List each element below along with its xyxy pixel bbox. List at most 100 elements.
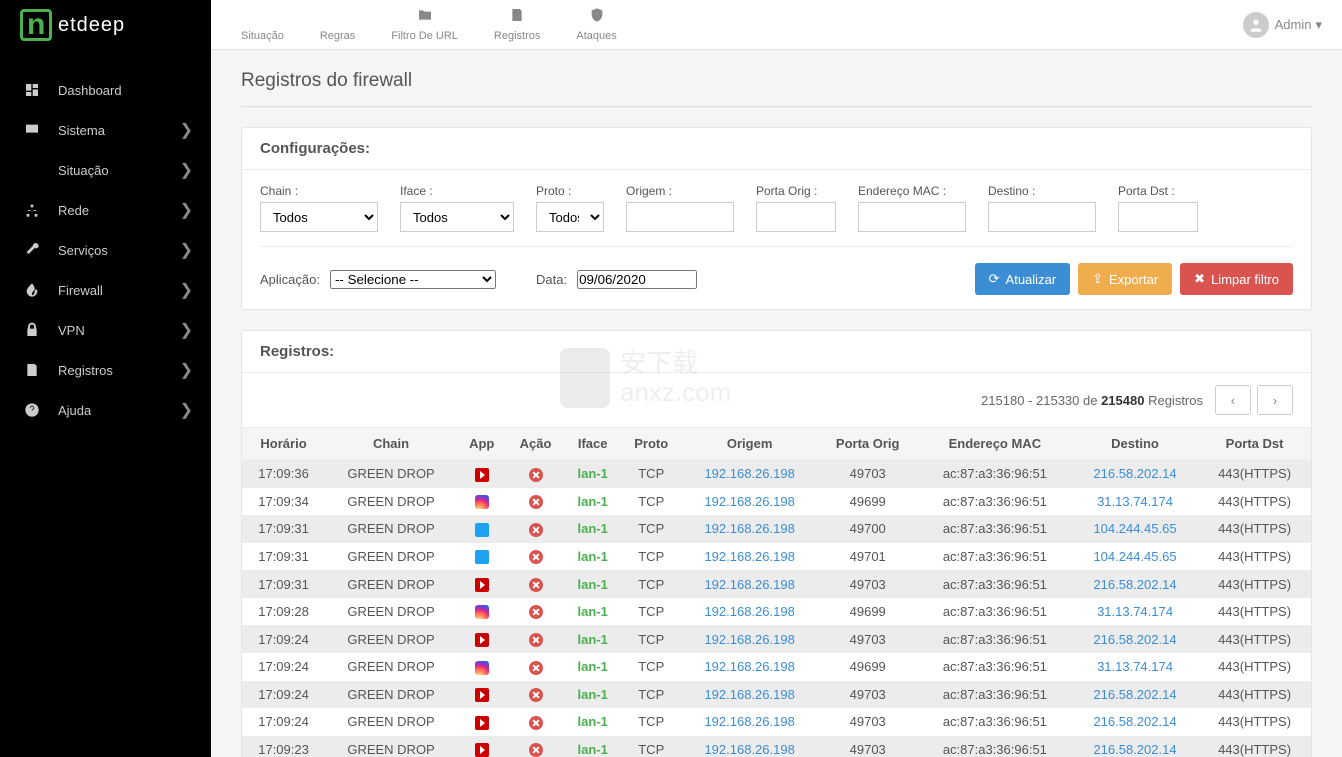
sidebar-item-sistema[interactable]: Sistema ❯	[0, 110, 211, 150]
cell-iface[interactable]: lan-1	[565, 543, 621, 571]
column-header: Porta Orig	[818, 428, 918, 460]
chain-label: Chain :	[260, 184, 378, 198]
note-icon	[509, 7, 525, 28]
drop-icon	[529, 633, 543, 647]
sidebar-item-dashboard[interactable]: Dashboard	[0, 70, 211, 110]
iface-select[interactable]: Todos	[400, 202, 514, 232]
chain-select[interactable]: Todos	[260, 202, 378, 232]
destino-link[interactable]: 216.58.202.14	[1093, 687, 1176, 702]
cell-iface[interactable]: lan-1	[565, 460, 621, 488]
destino-link[interactable]: 31.13.74.174	[1097, 604, 1173, 619]
column-header: Porta Dst	[1198, 428, 1311, 460]
top-item-filtro-de-url[interactable]: Filtro De URL	[373, 7, 476, 42]
table-row: 17:09:24 GREEN DROP lan-1 TCP 192.168.26…	[242, 653, 1311, 681]
top-item-regras[interactable]: Regras	[302, 7, 373, 42]
proto-select[interactable]: Todos	[536, 202, 604, 232]
origem-link[interactable]: 192.168.26.198	[704, 659, 794, 674]
data-label: Data:	[536, 272, 567, 287]
sidebar-item-firewall[interactable]: Firewall ❯	[0, 270, 211, 310]
cell-iface[interactable]: lan-1	[565, 598, 621, 626]
top-item-situação[interactable]: Situação	[223, 7, 302, 42]
origem-link[interactable]: 192.168.26.198	[704, 632, 794, 647]
cell-time: 17:09:24	[242, 625, 325, 653]
origem-link[interactable]: 192.168.26.198	[704, 549, 794, 564]
destino-link[interactable]: 31.13.74.174	[1097, 494, 1173, 509]
table-row: 17:09:28 GREEN DROP lan-1 TCP 192.168.26…	[242, 598, 1311, 626]
chart-icon	[24, 162, 44, 178]
origem-link[interactable]: 192.168.26.198	[704, 714, 794, 729]
sidebar-item-rede[interactable]: Rede ❯	[0, 190, 211, 230]
porta-orig-input[interactable]	[756, 202, 836, 232]
instagram-icon	[475, 661, 489, 675]
sidebar-item-ajuda[interactable]: Ajuda ❯	[0, 390, 211, 430]
page-next-button[interactable]: ›	[1257, 385, 1293, 415]
origem-link[interactable]: 192.168.26.198	[704, 494, 794, 509]
cell-porta-orig: 49699	[818, 653, 918, 681]
cell-action	[506, 708, 564, 736]
dashboard-icon	[24, 82, 44, 98]
porta-dst-input[interactable]	[1118, 202, 1198, 232]
cell-chain: GREEN DROP	[325, 681, 457, 709]
destino-link[interactable]: 104.244.45.65	[1093, 521, 1176, 536]
cell-porta-orig: 49703	[818, 570, 918, 598]
clear-filter-button[interactable]: ✖ Limpar filtro	[1180, 263, 1293, 295]
sidebar-item-situação[interactable]: Situação ❯	[0, 150, 211, 190]
wrench-icon	[24, 242, 44, 258]
cell-porta-dst: 443(HTTPS)	[1198, 653, 1311, 681]
origem-link[interactable]: 192.168.26.198	[704, 577, 794, 592]
cell-iface[interactable]: lan-1	[565, 681, 621, 709]
cell-origem: 192.168.26.198	[682, 570, 818, 598]
origem-link[interactable]: 192.168.26.198	[704, 742, 794, 757]
mac-input[interactable]	[858, 202, 966, 232]
sidebar-item-serviços[interactable]: Serviços ❯	[0, 230, 211, 270]
cell-destino: 216.58.202.14	[1072, 460, 1198, 488]
drop-icon	[529, 550, 543, 564]
cell-iface[interactable]: lan-1	[565, 625, 621, 653]
cell-iface[interactable]: lan-1	[565, 488, 621, 516]
cell-iface[interactable]: lan-1	[565, 570, 621, 598]
user-menu[interactable]: Admin ▾	[1243, 12, 1322, 38]
drop-icon	[529, 605, 543, 619]
destino-link[interactable]: 104.244.45.65	[1093, 549, 1176, 564]
data-input[interactable]	[577, 270, 697, 289]
top-item-ataques[interactable]: Ataques	[558, 7, 634, 42]
logo[interactable]: etdeep	[0, 0, 211, 50]
sidebar-item-label: Dashboard	[58, 83, 122, 98]
app-select[interactable]: -- Selecione --	[330, 270, 496, 289]
destino-link[interactable]: 216.58.202.14	[1093, 466, 1176, 481]
destino-link[interactable]: 216.58.202.14	[1093, 742, 1176, 757]
shield-icon	[589, 7, 605, 28]
destino-link[interactable]: 31.13.74.174	[1097, 659, 1173, 674]
cell-iface[interactable]: lan-1	[565, 736, 621, 757]
cell-destino: 216.58.202.14	[1072, 570, 1198, 598]
chevron-down-icon: ▾	[1315, 17, 1322, 33]
export-button[interactable]: ⇪ Exportar	[1078, 263, 1172, 295]
origem-input[interactable]	[626, 202, 734, 232]
sidebar-item-vpn[interactable]: VPN ❯	[0, 310, 211, 350]
cell-action	[506, 543, 564, 571]
top-item-registros[interactable]: Registros	[476, 7, 558, 42]
cell-proto: TCP	[621, 625, 682, 653]
refresh-button[interactable]: ⟳ Atualizar	[975, 263, 1070, 295]
drop-icon	[529, 468, 543, 482]
cell-porta-dst: 443(HTTPS)	[1198, 708, 1311, 736]
cell-mac: ac:87:a3:36:96:51	[918, 625, 1072, 653]
destino-link[interactable]: 216.58.202.14	[1093, 714, 1176, 729]
origem-link[interactable]: 192.168.26.198	[704, 466, 794, 481]
table-row: 17:09:36 GREEN DROP lan-1 TCP 192.168.26…	[242, 460, 1311, 488]
cell-iface[interactable]: lan-1	[565, 708, 621, 736]
origem-link[interactable]: 192.168.26.198	[704, 521, 794, 536]
sidebar-item-registros[interactable]: Registros ❯	[0, 350, 211, 390]
destino-link[interactable]: 216.58.202.14	[1093, 577, 1176, 592]
cell-porta-orig: 49703	[818, 681, 918, 709]
page-prev-button[interactable]: ‹	[1215, 385, 1251, 415]
origem-link[interactable]: 192.168.26.198	[704, 604, 794, 619]
destino-input[interactable]	[988, 202, 1096, 232]
origem-link[interactable]: 192.168.26.198	[704, 687, 794, 702]
cell-iface[interactable]: lan-1	[565, 653, 621, 681]
cell-porta-dst: 443(HTTPS)	[1198, 625, 1311, 653]
destino-link[interactable]: 216.58.202.14	[1093, 632, 1176, 647]
cell-chain: GREEN DROP	[325, 736, 457, 757]
cell-origem: 192.168.26.198	[682, 598, 818, 626]
cell-iface[interactable]: lan-1	[565, 515, 621, 543]
